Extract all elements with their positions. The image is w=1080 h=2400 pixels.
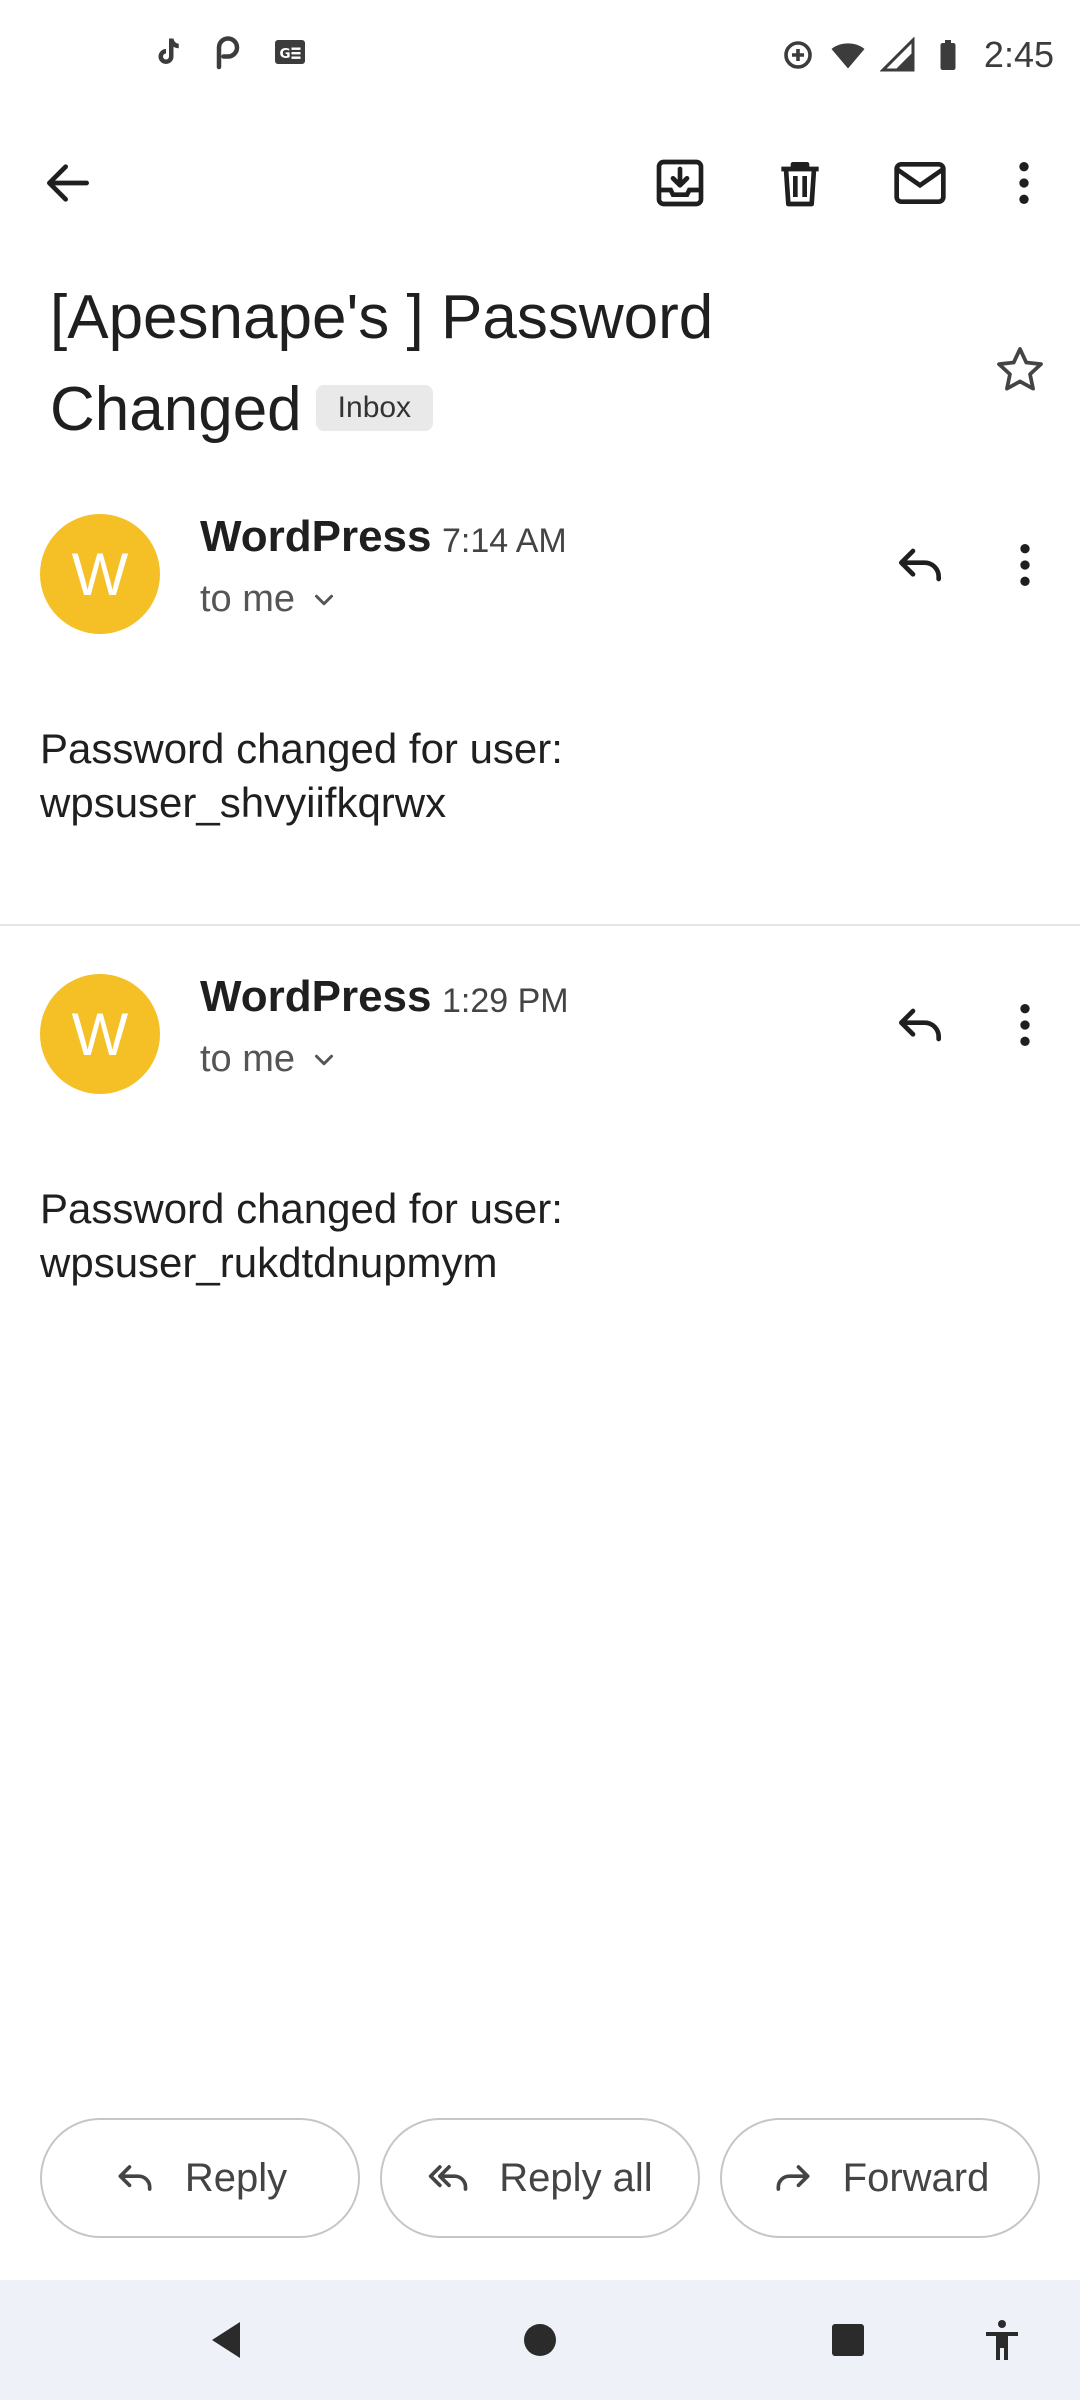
archive-icon [656,159,704,207]
reply-icon [899,1008,941,1042]
more-vert-icon [1020,1004,1030,1046]
subject-header: [Apesnape's ] Password Changed Inbox [50,272,950,456]
more-vert-icon [1019,162,1029,204]
news-icon: G [272,34,308,70]
body-line: Password changed for user: [40,725,563,772]
reply-icon [899,548,941,582]
data-saver-icon [780,37,816,73]
mark-unread-button[interactable] [872,130,968,236]
top-app-bar [0,130,1080,236]
message-body: Password changed for user: wpsuser_shvyi… [40,722,1040,830]
mark-unread-icon [894,162,946,204]
reply-all-label: Reply all [499,2155,653,2200]
recipient-label: to me [200,578,296,620]
sender-name: WordPress [200,512,432,561]
chevron-down-icon [315,1054,334,1065]
body-line: wpsuser_shvyiifkqrwx [40,779,447,826]
message-body: Password changed for user: wpsuser_rukdt… [40,1182,1040,1290]
subject-title: [Apesnape's ] Password Changed Inbox [50,272,950,456]
pinterest-icon [210,34,246,70]
status-notification-icons: G [148,34,308,70]
sender-name: WordPress [200,972,432,1021]
reply-all-icon [429,2165,468,2191]
back-button[interactable] [20,130,116,236]
nav-home-button[interactable] [500,2300,580,2380]
recipient-label: to me [200,1038,296,1080]
star-button[interactable] [980,330,1060,410]
accessibility-icon [986,2320,1018,2360]
recipient-details-toggle[interactable]: to me [200,578,339,621]
reply-label: Reply [184,2155,288,2200]
forward-button[interactable]: Forward [720,2118,1040,2238]
delete-button[interactable] [752,130,848,236]
accessibility-button[interactable] [962,2300,1042,2380]
message-divider [0,924,1080,926]
more-vert-icon [1020,544,1030,586]
message-more-button[interactable] [985,985,1065,1065]
forward-label: Forward [842,2155,990,2200]
nav-recents-button[interactable] [808,2300,888,2380]
body-line: wpsuser_rukdtdnupmym [40,1239,498,1286]
sender-avatar[interactable]: W [40,514,160,634]
arrow-left-icon [47,164,89,202]
tiktok-icon [148,34,184,70]
chevron-down-icon [315,594,334,605]
recipient-details-toggle[interactable]: to me [200,1038,339,1081]
reply-icon [118,2165,152,2191]
signal-icon [879,37,916,73]
circle-home-icon [524,2324,556,2356]
inbox-label-chip[interactable]: Inbox [315,384,434,431]
svg-text:G: G [280,46,291,62]
archive-button[interactable] [632,130,728,236]
star-icon [997,347,1043,391]
forward-icon [776,2165,810,2191]
nav-back-button[interactable] [188,2300,268,2380]
sender-avatar[interactable]: W [40,974,160,1094]
message-more-button[interactable] [985,525,1065,605]
thread-actions: Reply Reply all Forward [40,2118,1040,2238]
message-time: 7:14 AM [442,522,567,560]
battery-icon [930,37,966,73]
square-recents-icon [832,2324,864,2356]
message-reply-button[interactable] [880,985,960,1065]
message-time: 1:29 PM [442,982,569,1020]
status-clock: 2:45 [983,34,1054,75]
status-bar: G 2:45 [0,0,1080,116]
triangle-back-icon [212,2322,240,2358]
message-reply-button[interactable] [880,525,960,605]
status-system-icons: 2:45 [780,34,1054,76]
system-navigation-bar [0,2280,1080,2400]
more-options-button[interactable] [976,130,1072,236]
delete-icon [781,162,819,207]
wifi-icon [830,37,866,73]
reply-all-button[interactable]: Reply all [380,2118,700,2238]
reply-button[interactable]: Reply [40,2118,360,2238]
body-line: Password changed for user: [40,1185,563,1232]
